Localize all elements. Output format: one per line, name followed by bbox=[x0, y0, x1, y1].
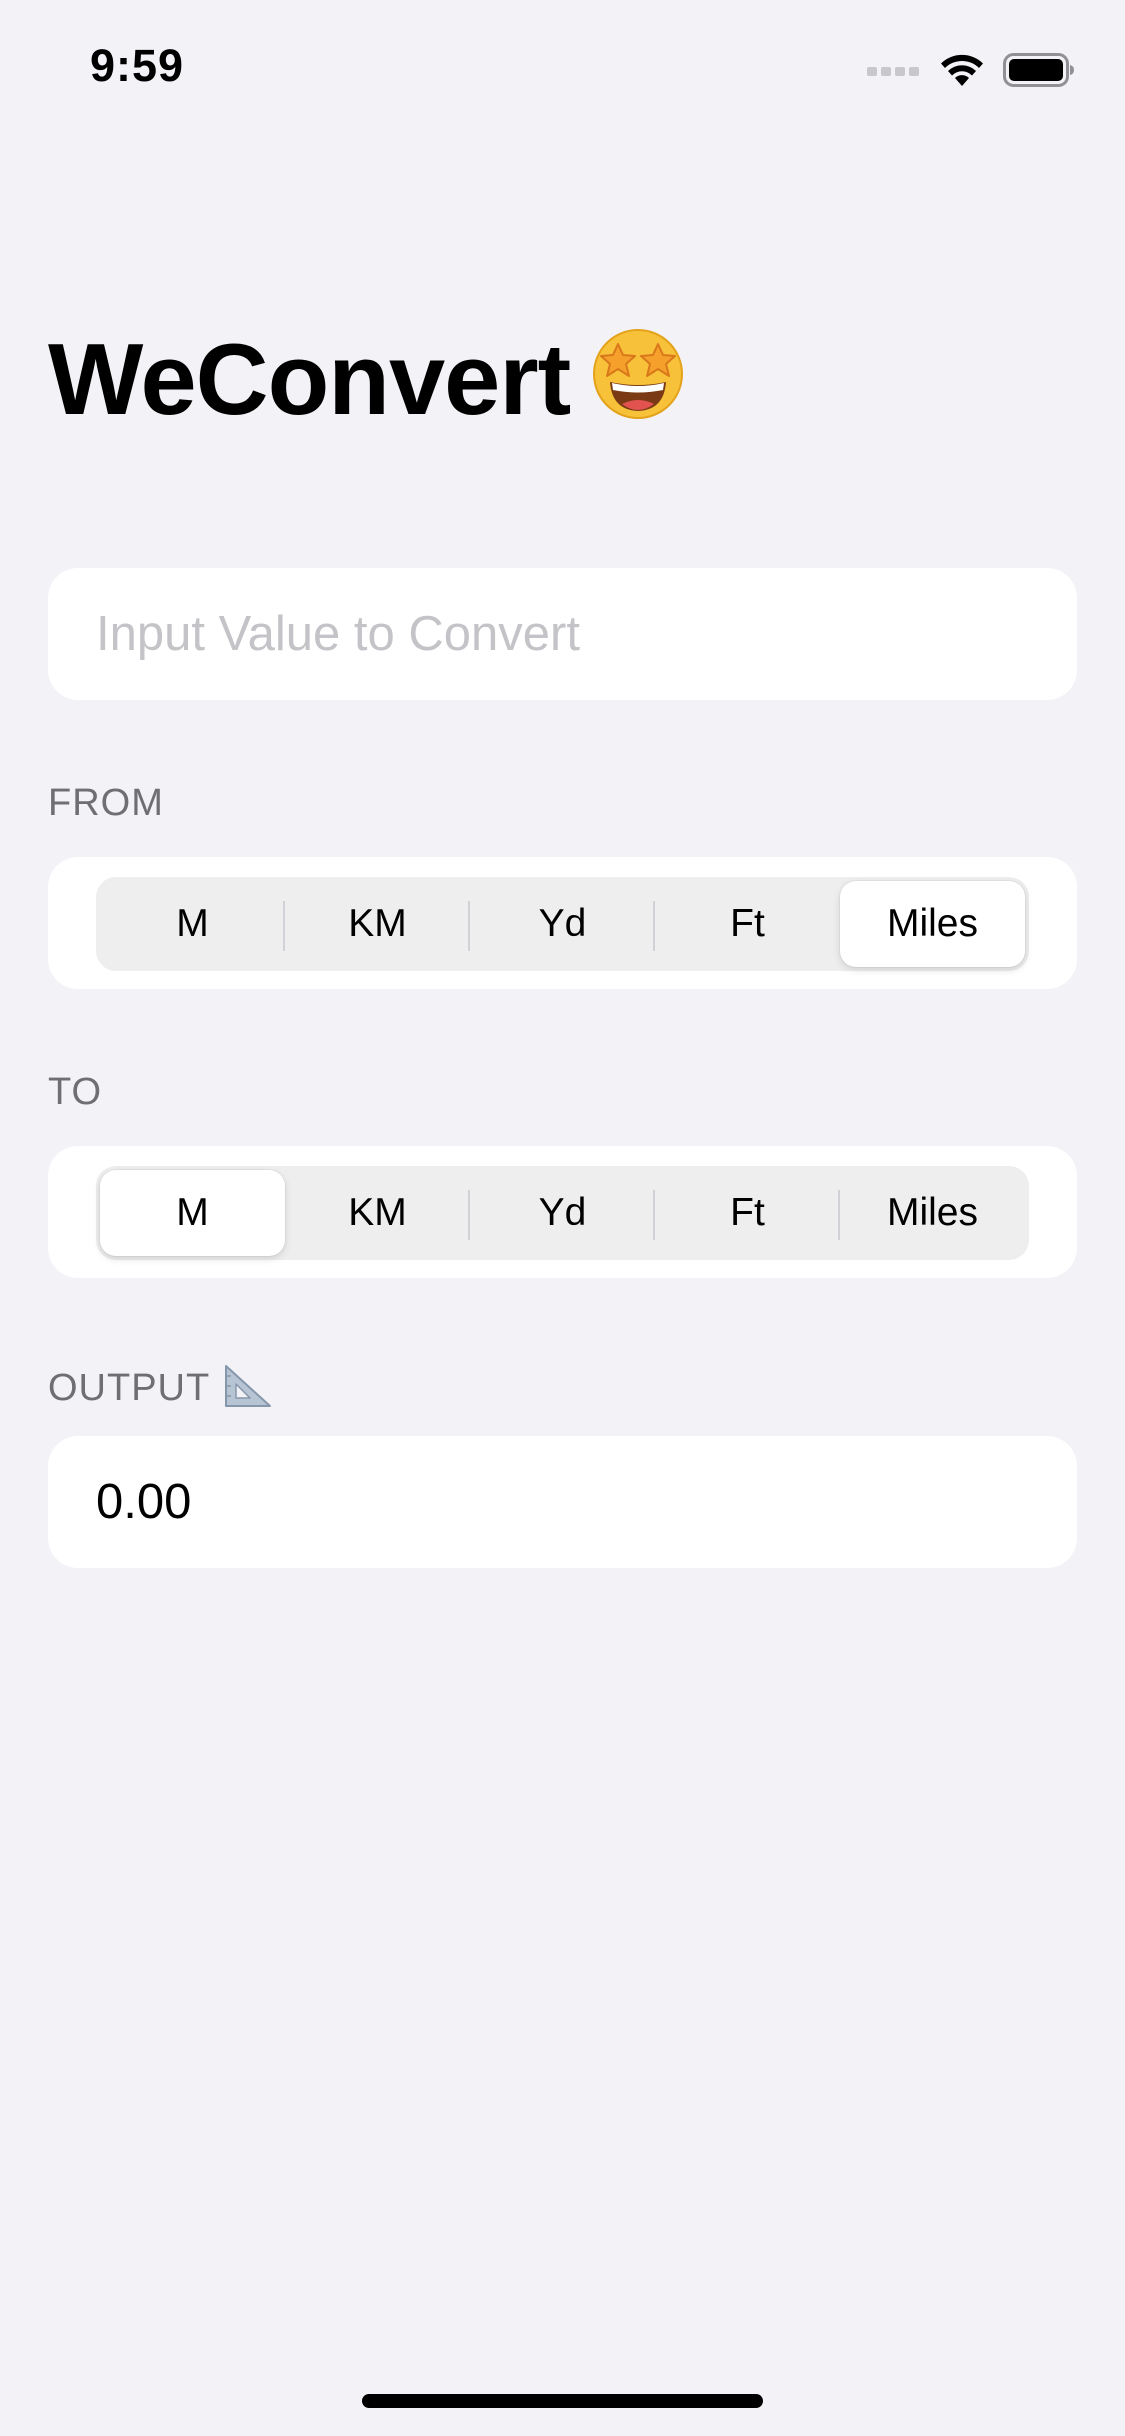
page-title: WeConvert bbox=[48, 320, 688, 440]
value-input[interactable] bbox=[48, 568, 1077, 700]
home-indicator[interactable] bbox=[362, 2394, 763, 2408]
star-struck-emoji-icon bbox=[593, 329, 684, 419]
from-segment-miles[interactable]: Miles bbox=[840, 881, 1025, 967]
status-bar: 9:59 bbox=[0, 0, 1125, 140]
to-card: M KM Yd Ft Miles bbox=[48, 1146, 1077, 1278]
from-segment-yd[interactable]: Yd bbox=[470, 881, 655, 967]
from-label: FROM bbox=[48, 782, 164, 824]
cellular-signal-icon bbox=[867, 67, 919, 76]
status-icons bbox=[867, 50, 1075, 90]
from-segment-ft[interactable]: Ft bbox=[655, 881, 840, 967]
triangular-ruler-icon bbox=[225, 1365, 272, 1407]
to-segment-m[interactable]: M bbox=[100, 1170, 285, 1256]
status-time: 9:59 bbox=[90, 40, 185, 91]
to-unit-picker[interactable]: M KM Yd Ft Miles bbox=[96, 1166, 1029, 1260]
to-segment-miles[interactable]: Miles bbox=[840, 1170, 1025, 1256]
from-card: M KM Yd Ft Miles bbox=[48, 857, 1077, 989]
output-label: OUTPUT bbox=[48, 1360, 274, 1412]
to-segment-ft[interactable]: Ft bbox=[655, 1170, 840, 1256]
from-unit-picker[interactable]: M KM Yd Ft Miles bbox=[96, 877, 1029, 971]
from-segment-km[interactable]: KM bbox=[285, 881, 470, 967]
battery-icon bbox=[1003, 53, 1074, 87]
output-card: 0.00 bbox=[48, 1436, 1077, 1568]
to-segment-yd[interactable]: Yd bbox=[470, 1170, 655, 1256]
to-segment-km[interactable]: KM bbox=[285, 1170, 470, 1256]
output-value: 0.00 bbox=[96, 1475, 192, 1529]
from-segment-m[interactable]: M bbox=[100, 881, 285, 967]
input-card bbox=[48, 568, 1077, 700]
wifi-icon bbox=[941, 54, 983, 86]
page-title-text: WeConvert bbox=[48, 324, 571, 436]
output-label-text: OUTPUT bbox=[48, 1367, 211, 1409]
to-label: TO bbox=[48, 1071, 103, 1113]
